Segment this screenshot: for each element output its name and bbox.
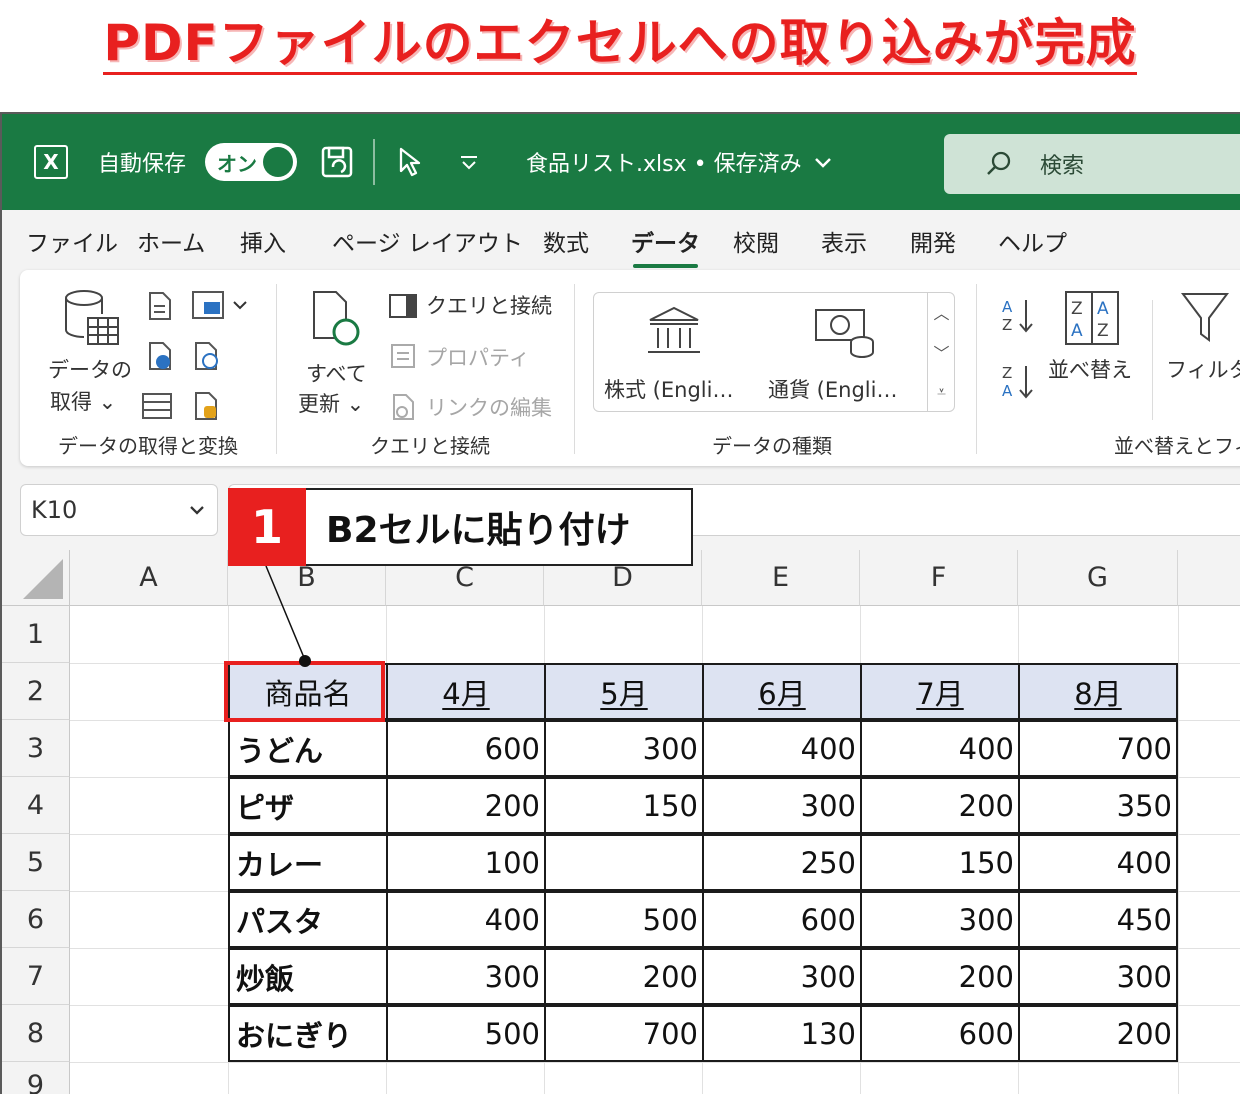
step-number-badge: 1 — [228, 488, 306, 566]
step-callout-text: B2セルに貼り付け — [306, 488, 693, 566]
step-callout: 1 B2セルに貼り付け — [228, 488, 693, 566]
